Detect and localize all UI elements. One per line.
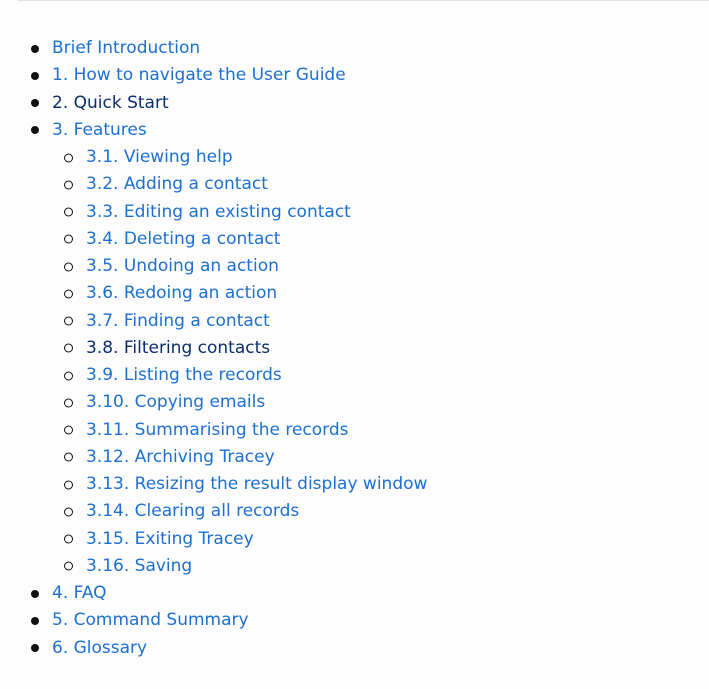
toc-link-how-to-navigate[interactable]: 1. How to navigate the User Guide xyxy=(52,65,346,85)
toc-link-faq[interactable]: 4. FAQ xyxy=(52,583,107,603)
circle-bullet-icon xyxy=(64,316,73,326)
circle-bullet-icon xyxy=(64,343,73,353)
circle-bullet-icon xyxy=(64,534,73,544)
toc-link-redoing-action[interactable]: 3.6. Redoing an action xyxy=(86,283,277,303)
toc-link-exiting-tracey[interactable]: 3.15. Exiting Tracey xyxy=(86,529,254,549)
toc-item-brief-introduction: Brief Introduction xyxy=(0,35,427,62)
toc-link-listing-records[interactable]: 3.9. Listing the records xyxy=(86,365,282,385)
toc-link-adding-contact[interactable]: 3.2. Adding a contact xyxy=(86,174,268,194)
toc-item-quick-start: 2. Quick Start xyxy=(0,90,427,117)
toc-subitem-filtering-contacts: 3.8. Filtering contacts xyxy=(0,335,427,362)
toc-subitem-finding-contact: 3.7. Finding a contact xyxy=(0,308,427,335)
toc-link-viewing-help[interactable]: 3.1. Viewing help xyxy=(86,147,233,167)
toc-subitem-saving: 3.16. Saving xyxy=(0,553,427,580)
toc-link-editing-contact[interactable]: 3.3. Editing an existing contact xyxy=(86,202,351,222)
toc-item-glossary: 6. Glossary xyxy=(0,635,427,662)
toc-subitem-deleting-contact: 3.4. Deleting a contact xyxy=(0,226,427,253)
circle-bullet-icon xyxy=(64,507,73,517)
toc-link-brief-introduction[interactable]: Brief Introduction xyxy=(52,38,200,58)
disc-bullet-icon xyxy=(31,71,39,80)
toc-subitem-archiving-tracey: 3.12. Archiving Tracey xyxy=(0,444,427,471)
toc-item-faq: 4. FAQ xyxy=(0,580,427,607)
circle-bullet-icon xyxy=(64,153,73,163)
disc-bullet-icon xyxy=(31,644,39,653)
toc-link-deleting-contact[interactable]: 3.4. Deleting a contact xyxy=(86,229,280,249)
toc-subitem-copying-emails: 3.10. Copying emails xyxy=(0,389,427,416)
toc-link-resizing-window[interactable]: 3.13. Resizing the result display window xyxy=(86,474,427,494)
toc-subitem-exiting-tracey: 3.15. Exiting Tracey xyxy=(0,526,427,553)
toc-subitem-resizing-window: 3.13. Resizing the result display window xyxy=(0,471,427,498)
top-divider xyxy=(18,0,709,1)
circle-bullet-icon xyxy=(64,398,73,408)
circle-bullet-icon xyxy=(64,207,73,217)
toc-subitem-redoing-action: 3.6. Redoing an action xyxy=(0,280,427,307)
circle-bullet-icon xyxy=(64,561,73,571)
toc-subitem-adding-contact: 3.2. Adding a contact xyxy=(0,171,427,198)
disc-bullet-icon xyxy=(31,44,39,53)
toc-item-how-to-navigate: 1. How to navigate the User Guide xyxy=(0,62,427,89)
toc-subitem-listing-records: 3.9. Listing the records xyxy=(0,362,427,389)
toc-link-copying-emails[interactable]: 3.10. Copying emails xyxy=(86,392,265,412)
toc-link-glossary[interactable]: 6. Glossary xyxy=(52,638,147,658)
toc-link-command-summary[interactable]: 5. Command Summary xyxy=(52,610,249,630)
toc-subitem-editing-contact: 3.3. Editing an existing contact xyxy=(0,199,427,226)
toc-link-archiving-tracey[interactable]: 3.12. Archiving Tracey xyxy=(86,447,275,467)
disc-bullet-icon xyxy=(31,126,39,135)
toc-subitem-clearing-records: 3.14. Clearing all records xyxy=(0,498,427,525)
toc-item-command-summary: 5. Command Summary xyxy=(0,607,427,634)
toc-link-clearing-records[interactable]: 3.14. Clearing all records xyxy=(86,501,299,521)
disc-bullet-icon xyxy=(31,589,39,598)
toc-link-saving[interactable]: 3.16. Saving xyxy=(86,556,192,576)
circle-bullet-icon xyxy=(64,452,73,462)
table-of-contents: Brief Introduction 1. How to navigate th… xyxy=(0,35,427,662)
disc-bullet-icon xyxy=(31,99,39,108)
circle-bullet-icon xyxy=(64,262,73,272)
toc-link-summarising-records[interactable]: 3.11. Summarising the records xyxy=(86,420,349,440)
toc-link-undoing-action[interactable]: 3.5. Undoing an action xyxy=(86,256,279,276)
circle-bullet-icon xyxy=(64,425,73,435)
circle-bullet-icon xyxy=(64,289,73,299)
circle-bullet-icon xyxy=(64,371,73,381)
toc-subitem-summarising-records: 3.11. Summarising the records xyxy=(0,417,427,444)
toc-subitem-viewing-help: 3.1. Viewing help xyxy=(0,144,427,171)
circle-bullet-icon xyxy=(64,180,73,190)
circle-bullet-icon xyxy=(64,234,73,244)
toc-link-finding-contact[interactable]: 3.7. Finding a contact xyxy=(86,311,270,331)
toc-link-quick-start[interactable]: 2. Quick Start xyxy=(52,93,169,113)
toc-link-features[interactable]: 3. Features xyxy=(52,120,147,140)
circle-bullet-icon xyxy=(64,480,73,490)
disc-bullet-icon xyxy=(31,616,39,625)
toc-item-features: 3. Features xyxy=(0,117,427,144)
toc-subitem-undoing-action: 3.5. Undoing an action xyxy=(0,253,427,280)
toc-link-filtering-contacts[interactable]: 3.8. Filtering contacts xyxy=(86,338,270,358)
